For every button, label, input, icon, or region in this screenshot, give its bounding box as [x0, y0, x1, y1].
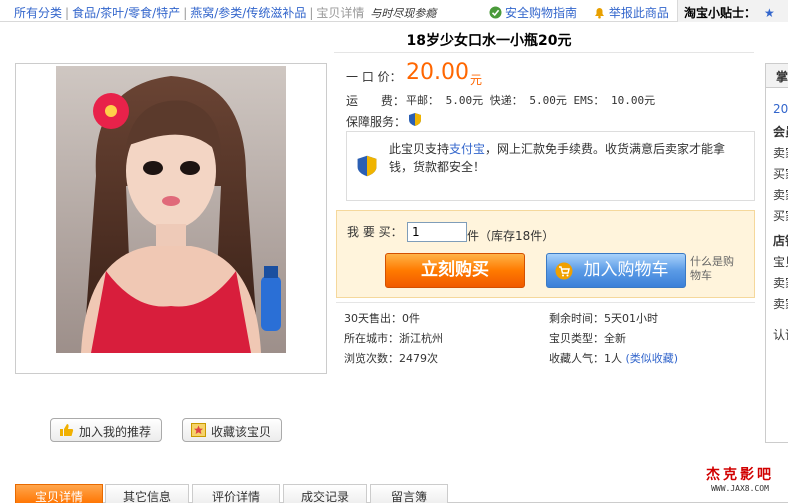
sidebar-line: 会员 [773, 125, 788, 139]
buy-now-button[interactable]: 立刻购买 [385, 253, 525, 288]
product-title: 18岁少女口水一小瓶20元 [406, 33, 572, 49]
product-photo-illustration [56, 66, 286, 353]
breadcrumb-food[interactable]: 食品/茶叶/零食/特产 [72, 6, 180, 20]
cart-icon [555, 262, 573, 280]
alipay-link[interactable]: 支付宝 [449, 142, 485, 156]
product-photo-frame [15, 63, 327, 374]
stat-city: 所在城市：浙江杭州 [344, 332, 443, 345]
bell-icon [594, 8, 604, 19]
sidebar-line: 卖家 [773, 276, 788, 290]
sidebar-line: 店铺 [773, 234, 788, 248]
stat-type: 宝贝类型：全新 [549, 332, 626, 345]
breadcrumb-current: 宝贝详情 [316, 6, 365, 20]
sidebar-line: 卖家 [773, 146, 788, 160]
tab-other-info[interactable]: 其它信息 [105, 484, 189, 503]
guarantee-box: 此宝贝支持支付宝，网上汇款免手续费。收货满意后卖家才能拿钱，货款都安全！ [346, 131, 755, 201]
breadcrumb-tonic[interactable]: 燕窝/参类/传统滋补品 [190, 6, 306, 20]
stock-count: （库存18件） [479, 229, 555, 243]
site-watermark: 杰克影吧 WWW.JAX8.COM [700, 464, 780, 493]
shield-icon [409, 113, 421, 126]
watermark-url: WWW.JAX8.COM [711, 484, 769, 493]
sidebar-line: 卖家 [773, 297, 788, 311]
stat-time-left: 剩余时间：5天01小时 [549, 312, 658, 325]
quantity-unit: 件 [467, 229, 480, 243]
stock-info: 件（库存18件） [467, 227, 554, 244]
price-currency: 元 [470, 73, 483, 87]
favorite-star-icon [191, 423, 206, 437]
shield-check-icon [489, 6, 502, 19]
breadcrumb-all-categories[interactable]: 所有分类 [14, 6, 62, 20]
sidebar-head: 掌 [766, 64, 788, 88]
sidebar-line: 卖家 [773, 188, 788, 202]
stat-views: 浏览次数：2479次 [344, 352, 438, 365]
tips-title: 淘宝小贴士： [684, 6, 757, 20]
title-divider [334, 52, 754, 53]
quantity-input[interactable] [407, 222, 467, 242]
what-is-cart-link[interactable]: 什么是购物车 [690, 255, 738, 283]
add-to-cart-button[interactable]: 加入购物车 [546, 253, 686, 288]
breadcrumb-separator: | [65, 6, 70, 20]
tab-guestbook[interactable]: 留言簿 [370, 484, 448, 503]
taobao-tips-box: 淘宝小贴士： ★ [677, 0, 788, 22]
breadcrumb-tagline: 与时尽现参瘾 [370, 7, 437, 20]
guarantee-text: 此宝贝支持支付宝，网上汇款免手续费。收货满意后卖家才能拿钱，货款都安全！ [389, 142, 726, 174]
shipping-fees: 平邮： 5.00元 快递： 5.00元 EMS： 10.00元 [406, 94, 656, 107]
breadcrumb-separator: | [309, 6, 314, 20]
quantity-label: 我 要 买： [347, 225, 403, 239]
watermark-name: 杰克影吧 [706, 467, 774, 483]
seller-sidebar: 掌 201 会员 卖家 买家 卖家 买家 店铺 宝贝 卖家 卖家 认证 [765, 63, 788, 443]
price-label: 一 口 价： [346, 70, 402, 84]
recommend-button[interactable]: 加入我的推荐 [50, 418, 163, 442]
header-links: 安全购物指南 举报此商品 [489, 4, 681, 21]
thumbs-up-icon [60, 424, 74, 436]
similar-favorites-link[interactable]: (类似收藏) [626, 352, 679, 365]
tab-item-details[interactable]: 宝贝详情 [15, 484, 103, 503]
breadcrumb: 所有分类 | 食品/茶叶/零食/特产 | 燕窝/参类/传统滋补品 | 宝贝详情 与时尽现参瘾 [14, 4, 436, 21]
stat-favorites: 收藏人气：1人 (类似收藏) [549, 352, 679, 365]
product-photo[interactable] [56, 66, 286, 353]
price-value: 20.00 [406, 60, 469, 85]
alipay-shield-icon [357, 155, 377, 177]
sidebar-line: 买家 [773, 167, 788, 181]
favorite-button[interactable]: 收藏该宝贝 [182, 418, 283, 442]
report-item-link[interactable]: 举报此商品 [593, 6, 669, 20]
guarantee-label: 保障服务： [346, 115, 407, 129]
sidebar-line[interactable]: 201 [773, 102, 788, 116]
breadcrumb-separator: | [183, 6, 188, 20]
tab-reviews[interactable]: 评价详情 [192, 484, 280, 503]
stat-sold: 30天售出：0件 [344, 312, 420, 325]
shipping-label: 运 费： [346, 94, 405, 108]
stats-divider [336, 302, 755, 303]
tab-transactions[interactable]: 成交记录 [283, 484, 367, 503]
sidebar-line: 宝贝 [773, 255, 788, 269]
sidebar-line: 认证 [773, 328, 788, 342]
star-icon[interactable]: ★ [764, 6, 775, 20]
add-to-cart-label: 加入购物车 [583, 260, 669, 280]
sidebar-line: 买家 [773, 209, 788, 223]
purchase-panel: 我 要 买： 件（库存18件） 立刻购买 加入购物车 什么是购物车 [336, 210, 755, 298]
top-bar: 所有分类 | 食品/茶叶/零食/特产 | 燕窝/参类/传统滋补品 | 宝贝详情 与时尽现参瘾 … [0, 0, 788, 22]
safe-shopping-guide-link[interactable]: 安全购物指南 [489, 6, 577, 20]
